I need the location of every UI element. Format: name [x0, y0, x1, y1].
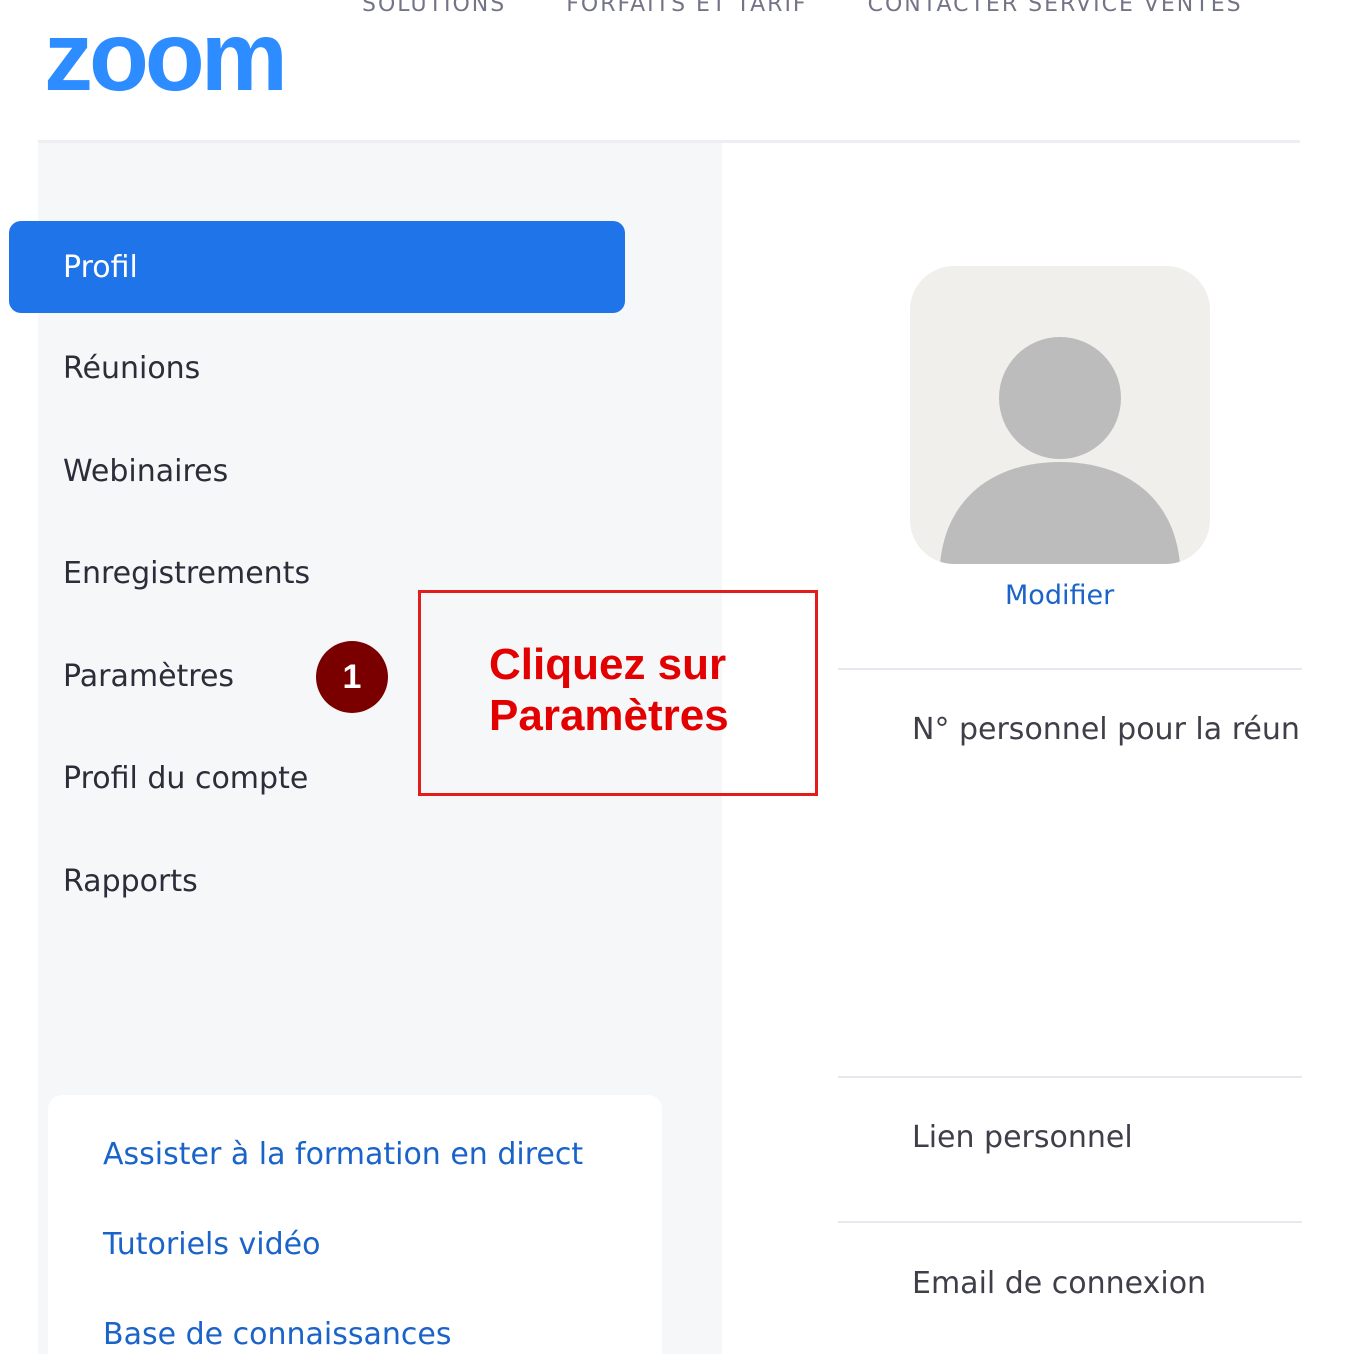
sidebar-item-label: Réunions — [63, 350, 201, 386]
sidebar-item-label: Profil — [63, 249, 138, 285]
sidebar-item-reports[interactable]: Rapports — [9, 835, 625, 927]
sidebar-item-label: Webinaires — [63, 453, 229, 489]
sidebar-item-label: Enregistrements — [63, 555, 311, 591]
sidebar-item-label: Paramètres — [63, 658, 235, 694]
callout-line-1: Cliquez sur — [489, 640, 727, 689]
instruction-callout: Cliquez sur Paramètres — [418, 590, 818, 796]
nav-contact-sales[interactable]: CONTACTER SERVICE VENTES — [868, 0, 1243, 17]
nav-plans-pricing[interactable]: FORFAITS ET TARIF — [566, 0, 807, 17]
personal-link-label: Lien personnel — [912, 1120, 1133, 1155]
profile-avatar[interactable] — [910, 266, 1210, 564]
callout-line-2: Paramètres — [489, 691, 729, 740]
section-divider — [838, 668, 1302, 670]
help-resources-card: Assister à la formation en direct Tutori… — [48, 1095, 662, 1354]
sidebar-item-label: Rapports — [63, 863, 198, 899]
knowledge-base-link[interactable]: Base de connaissances — [103, 1317, 451, 1352]
meeting-id-label: N° personnel pour la réun — [912, 712, 1300, 747]
svg-text:zoom: zoom — [44, 18, 284, 100]
top-navigation: SOLUTIONS FORFAITS ET TARIF CONTACTER SE… — [362, 0, 1302, 18]
zoom-profile-page: SOLUTIONS FORFAITS ET TARIF CONTACTER SE… — [0, 0, 1359, 1354]
zoom-logo[interactable]: zoom — [44, 18, 320, 100]
video-tutorials-link[interactable]: Tutoriels vidéo — [103, 1227, 320, 1262]
nav-solutions[interactable]: SOLUTIONS — [362, 0, 506, 17]
sidebar-item-label: Profil du compte — [63, 760, 309, 796]
sidebar-item-webinars[interactable]: Webinaires — [9, 425, 625, 517]
modify-avatar-link[interactable]: Modifier — [1005, 580, 1114, 611]
login-email-label: Email de connexion — [912, 1266, 1207, 1301]
user-silhouette-icon — [940, 337, 1180, 564]
sidebar-item-profile[interactable]: Profil — [9, 221, 625, 313]
meeting-id-row: N° personnel pour la réun — [838, 700, 1302, 770]
live-training-link[interactable]: Assister à la formation en direct — [103, 1137, 583, 1172]
step-number-badge: 1 — [316, 641, 388, 713]
section-divider — [838, 1076, 1302, 1078]
section-divider — [838, 1221, 1302, 1223]
sidebar-item-meetings[interactable]: Réunions — [9, 322, 625, 414]
